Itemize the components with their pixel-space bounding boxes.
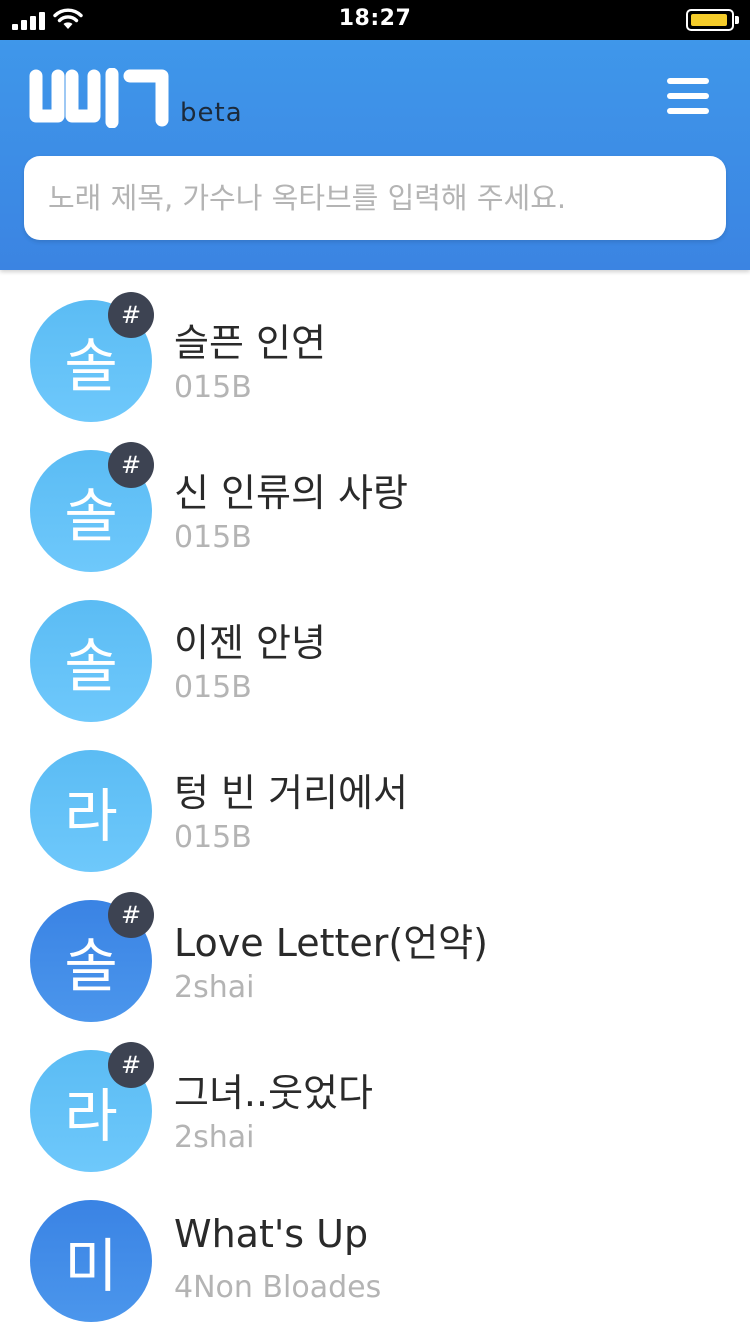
song-row[interactable]: 미 # What's Up 4Non Bloades bbox=[0, 1170, 750, 1322]
hash-badge-icon: # bbox=[108, 1042, 154, 1088]
note-avatar: 라 bbox=[30, 750, 152, 872]
search-box[interactable] bbox=[24, 156, 726, 240]
hash-badge-icon: # bbox=[108, 892, 154, 938]
song-row[interactable]: 솔 # 신 인류의 사랑 015B bbox=[0, 420, 750, 572]
song-title: 이젠 안녕 bbox=[174, 621, 326, 665]
hash-badge-icon: # bbox=[108, 292, 154, 338]
song-row[interactable]: 라 # 텅 빈 거리에서 015B bbox=[0, 720, 750, 872]
song-row[interactable]: 솔 # Love Letter(언약) 2shai bbox=[0, 870, 750, 1022]
hash-badge-icon: # bbox=[108, 442, 154, 488]
search-input[interactable] bbox=[24, 156, 726, 240]
song-title: Love Letter(언약) bbox=[174, 921, 488, 965]
song-title: 그녀..웃었다 bbox=[174, 1071, 373, 1115]
battery-level bbox=[691, 14, 727, 26]
battery-icon bbox=[686, 9, 734, 31]
battery-tip bbox=[735, 16, 739, 24]
status-time: 18:27 bbox=[338, 6, 412, 31]
song-artist: 2shai bbox=[174, 1120, 255, 1155]
song-title: What's Up bbox=[174, 1212, 369, 1256]
song-row[interactable]: 솔 # 이젠 안녕 015B bbox=[0, 570, 750, 722]
beta-label: beta bbox=[180, 98, 243, 128]
song-artist: 015B bbox=[174, 370, 252, 405]
song-row[interactable]: 라 # 그녀..웃었다 2shai bbox=[0, 1020, 750, 1172]
song-list: 솔 # 슬픈 인연 015B 솔 # 신 인류의 사랑 015B 솔 # 이젠 … bbox=[0, 270, 750, 1322]
song-title: 텅 빈 거리에서 bbox=[174, 771, 408, 815]
song-title: 슬픈 인연 bbox=[174, 321, 326, 365]
song-artist: 015B bbox=[174, 520, 252, 555]
song-artist: 4Non Bloades bbox=[174, 1270, 382, 1305]
hamburger-menu-icon[interactable] bbox=[664, 76, 712, 116]
song-row[interactable]: 솔 # 슬픈 인연 015B bbox=[0, 270, 750, 422]
app-logo: 삐기 bbox=[29, 68, 169, 128]
app-header: 삐기 beta bbox=[0, 40, 750, 270]
status-bar: 18:27 bbox=[0, 0, 750, 40]
song-artist: 2shai bbox=[174, 970, 255, 1005]
note-avatar: 솔 bbox=[30, 600, 152, 722]
note-avatar: 미 bbox=[30, 1200, 152, 1322]
song-title: 신 인류의 사랑 bbox=[174, 471, 408, 515]
song-artist: 015B bbox=[174, 670, 252, 705]
song-artist: 015B bbox=[174, 820, 252, 855]
